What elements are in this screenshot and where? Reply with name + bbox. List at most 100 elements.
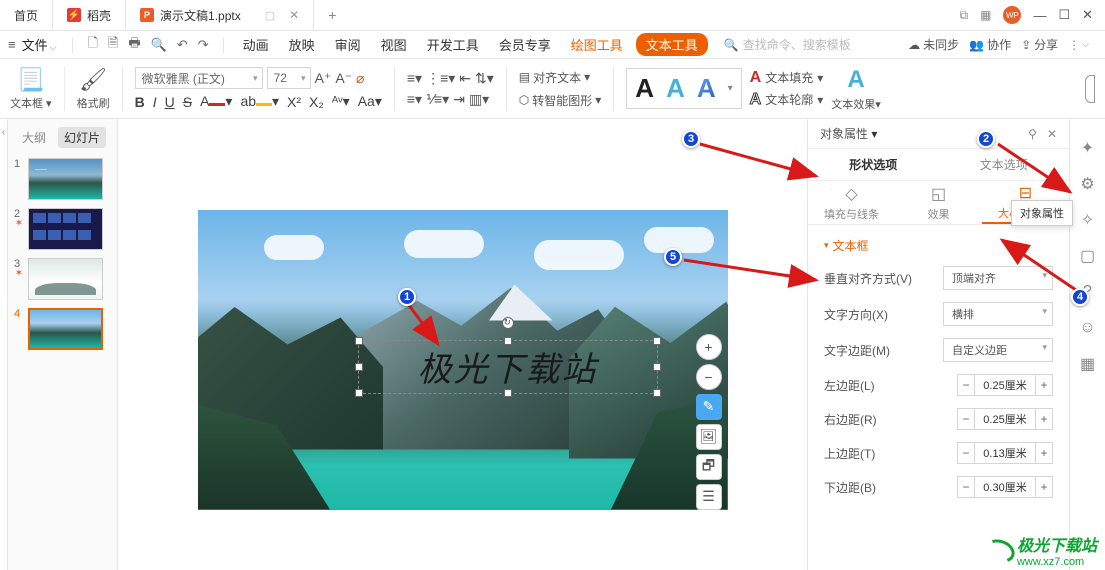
window-close[interactable]: ✕ — [1082, 7, 1093, 23]
close-panel-icon[interactable]: ✕ — [1047, 127, 1057, 141]
menu-text-tools[interactable]: 文本工具 — [636, 33, 708, 56]
present-icon[interactable]: ▢ — [265, 9, 275, 22]
text-fill-button[interactable]: A文本填充▾ — [750, 69, 824, 87]
prop-tab-shape[interactable]: 形状选项 — [808, 149, 939, 181]
rotate-handle[interactable] — [502, 317, 514, 329]
text-outline-button[interactable]: A文本轮廓▾ — [750, 91, 824, 109]
align-center-icon[interactable]: ≡▾ — [407, 91, 422, 108]
prop-tab-text[interactable]: 文本选项 — [939, 149, 1070, 181]
user-badge[interactable]: WP — [1003, 6, 1021, 24]
indent-right-icon[interactable]: ⇥ — [453, 91, 465, 108]
wordart-style-2[interactable]: A — [666, 73, 685, 104]
select-valign[interactable]: 顶端对齐 — [943, 266, 1053, 290]
select-textdir[interactable]: 横排 — [943, 302, 1053, 326]
text-box[interactable]: 极光下载站 — [358, 340, 658, 394]
outline-tab[interactable]: 大纲 — [16, 127, 52, 148]
subtab-fill[interactable]: ◇ 填充与线条 — [808, 181, 895, 224]
float-picture-icon[interactable]: 🖼 — [696, 424, 722, 450]
tab-file[interactable]: P 演示文稿1.pptx ▢ ✕ — [126, 0, 313, 30]
superscript-button[interactable]: X² — [287, 94, 301, 110]
tab-brand[interactable]: ⚡ 稻壳 — [53, 0, 125, 30]
spinner-right[interactable]: − 0.25厘米 + — [957, 408, 1053, 430]
spinner-up[interactable]: + — [1035, 476, 1053, 498]
bold-button[interactable]: B — [135, 94, 145, 110]
spinner-down[interactable]: − — [957, 476, 975, 498]
font-size-select[interactable]: 72 — [267, 67, 311, 89]
italic-button[interactable]: I — [153, 94, 157, 110]
wordart-style-3[interactable]: A — [697, 73, 716, 104]
sync-button[interactable]: ☁未同步 — [908, 36, 959, 53]
select-margin[interactable]: 自定义边距 — [943, 338, 1053, 362]
tab-close-icon[interactable]: ✕ — [289, 8, 299, 22]
wordart-style-1[interactable]: A — [635, 73, 654, 104]
qa-undo-icon[interactable]: ↶ — [177, 37, 188, 53]
char-spacing-button[interactable]: ᴬᵛ▾ — [332, 93, 350, 110]
resize-handle[interactable] — [653, 389, 661, 397]
line-spacing-icon[interactable]: ⇅▾ — [475, 70, 494, 87]
resize-handle[interactable] — [504, 337, 512, 345]
clear-format-icon[interactable]: ⌀ — [356, 70, 364, 87]
qa-save-icon[interactable]: 🗋 — [87, 34, 97, 56]
menu-slideshow[interactable]: 放映 — [282, 35, 322, 54]
window-maximize[interactable]: ☐ — [1058, 7, 1070, 23]
spinner-down[interactable]: − — [957, 374, 975, 396]
window-minimize[interactable]: — — [1033, 8, 1046, 23]
grid-icon[interactable]: ▦ — [980, 8, 991, 22]
columns-icon[interactable]: ▥▾ — [469, 91, 489, 108]
resize-handle[interactable] — [355, 337, 363, 345]
spinner-up[interactable]: + — [1035, 374, 1053, 396]
text-effect-button[interactable]: A 文本效果▾ — [831, 66, 881, 112]
nav-collapse[interactable]: ‹ — [0, 119, 8, 570]
spinner-up[interactable]: + — [1035, 408, 1053, 430]
strike-button[interactable]: S — [183, 94, 192, 110]
resize-handle[interactable] — [653, 363, 661, 371]
highlight-button[interactable]: ab▾ — [240, 93, 279, 110]
menu-premium[interactable]: 会员专享 — [492, 35, 558, 54]
rail-star-icon[interactable]: ✧ — [1079, 211, 1097, 229]
font-color-button[interactable]: A▾ — [200, 93, 232, 110]
tab-add[interactable]: + — [314, 0, 350, 30]
menu-review[interactable]: 审阅 — [328, 35, 368, 54]
smart-shape-button[interactable]: ⬡转智能图形▾ — [519, 92, 602, 109]
slide-canvas[interactable]: 极光下载站 + − ✎ 🖼 🗗 ☰ ☺ Ŧ — [198, 210, 728, 510]
float-add-icon[interactable]: + — [696, 334, 722, 360]
float-layers-icon[interactable]: ☰ — [696, 484, 722, 510]
resize-handle[interactable] — [355, 363, 363, 371]
thumbnail-3[interactable]: 3 ✶ — [14, 258, 111, 300]
subscript-button[interactable]: X₂ — [309, 94, 324, 110]
align-left-icon[interactable]: ≡▾ — [407, 70, 422, 87]
rail-template-icon[interactable]: ▢ — [1079, 247, 1097, 265]
font-select[interactable]: 微软雅黑 (正文) — [135, 67, 263, 89]
font-size-up-icon[interactable]: A⁺ — [315, 70, 332, 87]
thumbnail-4[interactable]: 4 — [14, 308, 111, 350]
wordart-gallery[interactable]: A A A ▾ — [626, 68, 741, 109]
layout-icon[interactable]: ⧉ — [960, 8, 969, 23]
qa-print-icon[interactable]: 🖶 — [128, 34, 140, 56]
menu-animation[interactable]: 动画 — [236, 35, 276, 54]
file-menu[interactable]: 文件⌵ — [22, 35, 57, 54]
menu-drawing-tools[interactable]: 绘图工具 — [564, 35, 630, 54]
spinner-bottom[interactable]: − 0.30厘米 + — [957, 476, 1053, 498]
slides-tab[interactable]: 幻灯片 — [58, 127, 106, 148]
toolbar-handle[interactable] — [1085, 75, 1095, 103]
format-brush-button[interactable]: 🖌 格式刷 — [77, 67, 110, 111]
thumbnail-2[interactable]: 2 ✶ — [14, 208, 111, 250]
change-case-button[interactable]: Aa▾ — [358, 93, 382, 110]
float-multipic-icon[interactable]: 🗗 — [696, 454, 722, 480]
resize-handle[interactable] — [653, 337, 661, 345]
textbox-button[interactable]: 📃 文本框 ▾ — [10, 67, 52, 111]
share-button[interactable]: ⇪分享 — [1021, 36, 1058, 53]
spinner-top[interactable]: − 0.13厘米 + — [957, 442, 1053, 464]
rail-settings-icon[interactable]: ⚙ — [1079, 175, 1097, 193]
tab-home[interactable]: 首页 — [0, 0, 52, 30]
rail-media-icon[interactable]: ▦ — [1079, 355, 1097, 373]
menu-icon[interactable]: ≡ — [8, 37, 16, 52]
resize-handle[interactable] — [504, 389, 512, 397]
spinner-down[interactable]: − — [957, 442, 975, 464]
underline-button[interactable]: U — [165, 94, 175, 110]
float-pen-icon[interactable]: ✎ — [696, 394, 722, 420]
spinner-up[interactable]: + — [1035, 442, 1053, 464]
spinner-left[interactable]: − 0.25厘米 + — [957, 374, 1053, 396]
spinner-down[interactable]: − — [957, 408, 975, 430]
indent-left-icon[interactable]: ⇤ — [459, 70, 471, 87]
